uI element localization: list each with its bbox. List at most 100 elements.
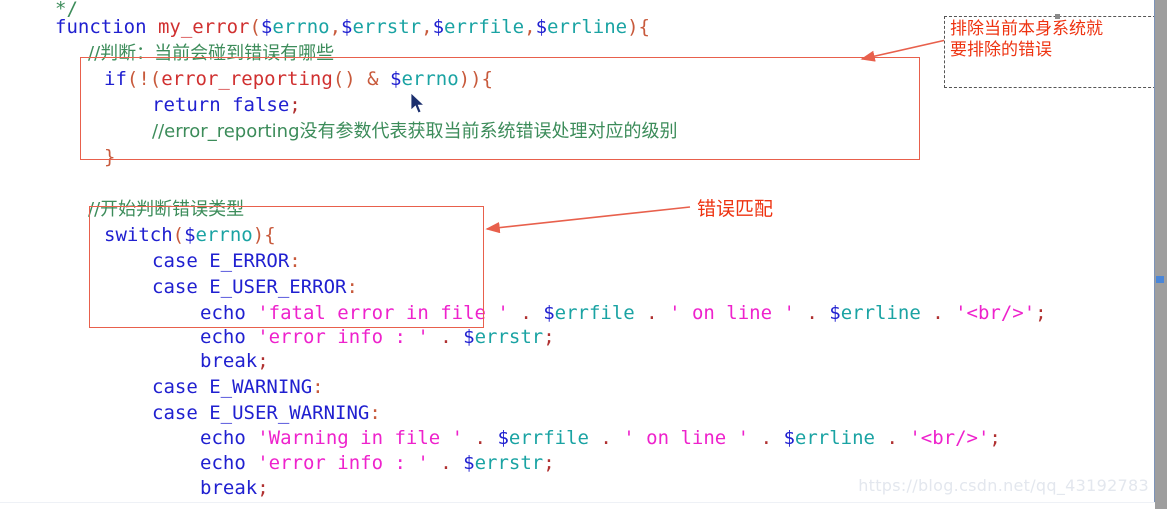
code-line[interactable]: } <box>104 144 115 170</box>
code-token: ( <box>249 16 261 38</box>
code-token: , <box>421 16 433 38</box>
code-line[interactable]: break; <box>200 348 269 374</box>
code-token: false <box>232 94 290 116</box>
annotation-label-error-match: 错误匹配 <box>697 198 774 220</box>
code-line[interactable]: echo 'error info : ' . $errstr; <box>200 324 555 350</box>
code-token: ; <box>1035 302 1047 324</box>
code-token: errno <box>272 16 330 38</box>
code-token: echo <box>200 302 258 324</box>
code-token: break <box>200 477 258 499</box>
code-line[interactable]: return false; <box>152 92 301 118</box>
code-token: , <box>524 16 536 38</box>
code-line[interactable]: case E_USER_ERROR: <box>152 274 358 300</box>
code-token: . <box>794 302 830 324</box>
annotation-textbox[interactable]: 排除当前本身系统就 要排除的错误 <box>944 14 1166 88</box>
code-token: E_USER_WARNING <box>209 402 370 424</box>
code-token: . <box>920 302 956 324</box>
code-token: $ <box>390 68 402 90</box>
code-token: $ <box>463 452 475 474</box>
code-token: ; <box>989 427 1001 449</box>
code-token: . <box>588 427 624 449</box>
code-token: : <box>312 376 324 398</box>
code-token: echo <box>200 452 258 474</box>
code-token: ; <box>257 350 269 372</box>
code-token: errfile <box>554 302 635 324</box>
code-token: . <box>428 326 464 348</box>
code-token: )){ <box>458 68 493 90</box>
code-token: errstr <box>352 16 422 38</box>
code-token: $ <box>829 302 841 324</box>
code-token: ' on line ' <box>669 302 795 324</box>
code-token: errfile <box>508 427 589 449</box>
code-line[interactable]: function my_error($errno,$errstr,$errfil… <box>55 14 650 40</box>
code-token: errline <box>547 16 628 38</box>
code-token: . <box>463 427 498 449</box>
code-token: ){ <box>252 224 276 246</box>
code-line[interactable]: switch($errno){ <box>104 222 276 248</box>
code-token: '<br/>' <box>955 302 1036 324</box>
code-line[interactable]: //开始判断错误类型 <box>88 196 244 223</box>
code-token: , <box>329 16 342 38</box>
code-token: $ <box>463 326 475 348</box>
code-token: $ <box>535 16 548 38</box>
mouse-cursor-arrow-icon <box>410 92 426 114</box>
code-token: 'fatal error in file ' <box>257 302 509 324</box>
code-line[interactable]: case E_USER_WARNING: <box>152 400 381 426</box>
code-token: errline <box>794 427 875 449</box>
code-token: $ <box>260 16 273 38</box>
annotation-textbox-text: 排除当前本身系统就 要排除的错误 <box>950 19 1103 60</box>
code-token: ; <box>257 477 269 499</box>
code-token: errstr <box>474 326 544 348</box>
code-token: //error_reporting没有参数代表获取当前系统错误处理对应的级别 <box>152 121 678 142</box>
code-token: case <box>152 376 210 398</box>
code-token: my_error <box>157 16 250 38</box>
code-token: () & <box>332 68 391 90</box>
code-line[interactable]: case E_ERROR: <box>152 248 301 274</box>
code-token: (!( <box>126 68 162 90</box>
code-token: ; <box>289 94 301 116</box>
code-token: echo <box>200 326 258 348</box>
code-token: E_ERROR <box>209 250 290 272</box>
code-line[interactable]: echo 'error info : ' . $errstr; <box>200 450 555 476</box>
code-line[interactable]: if(!(error_reporting() & $errno)){ <box>104 66 493 92</box>
code-token: errline <box>840 302 921 324</box>
code-token: . <box>428 452 464 474</box>
code-token: break <box>200 350 258 372</box>
code-token: errno <box>195 224 253 246</box>
code-token: switch <box>104 224 173 246</box>
code-token: return <box>152 94 233 116</box>
code-token: ){ <box>627 16 650 38</box>
code-token: error_reporting <box>161 68 333 90</box>
code-line[interactable]: //error_reporting没有参数代表获取当前系统错误处理对应的级别 <box>152 118 678 145</box>
code-token: errfile <box>444 16 525 38</box>
watermark-url: https://blog.csdn.net/qq_43192783 <box>858 476 1149 495</box>
code-token: 'error info : ' <box>257 326 429 348</box>
code-token: $ <box>432 16 445 38</box>
code-token: ' on line ' <box>623 427 750 449</box>
code-token: $ <box>783 427 795 449</box>
code-line[interactable]: //判断：当前会碰到错误有哪些 <box>88 40 334 67</box>
code-token: case <box>152 402 210 424</box>
code-token: $ <box>184 224 196 246</box>
scrollbar-position-marker[interactable] <box>1156 276 1164 283</box>
textbox-handle-top[interactable] <box>1055 14 1060 19</box>
viewport-bottom-edge <box>0 502 1155 509</box>
code-line[interactable]: case E_WARNING: <box>152 374 324 400</box>
code-token: case <box>152 250 210 272</box>
code-token: . <box>634 302 670 324</box>
code-token: 'error info : ' <box>257 452 429 474</box>
code-token: . <box>749 427 784 449</box>
code-token: : <box>369 402 381 424</box>
code-token: $ <box>497 427 509 449</box>
code-token: //判断：当前会碰到错误有哪些 <box>88 43 335 64</box>
code-token: function <box>55 16 158 38</box>
code-token: echo <box>200 427 258 449</box>
code-token: . <box>508 302 544 324</box>
code-line[interactable]: echo 'Warning in file ' . $errfile . ' o… <box>200 425 1001 451</box>
code-token: } <box>104 146 116 168</box>
code-token: errstr <box>474 452 544 474</box>
code-line[interactable]: break; <box>200 475 269 501</box>
code-token: : <box>346 276 358 298</box>
code-line[interactable]: echo 'fatal error in file ' . $ errfile .… <box>200 300 1047 326</box>
vertical-scrollbar[interactable] <box>1154 0 1167 509</box>
